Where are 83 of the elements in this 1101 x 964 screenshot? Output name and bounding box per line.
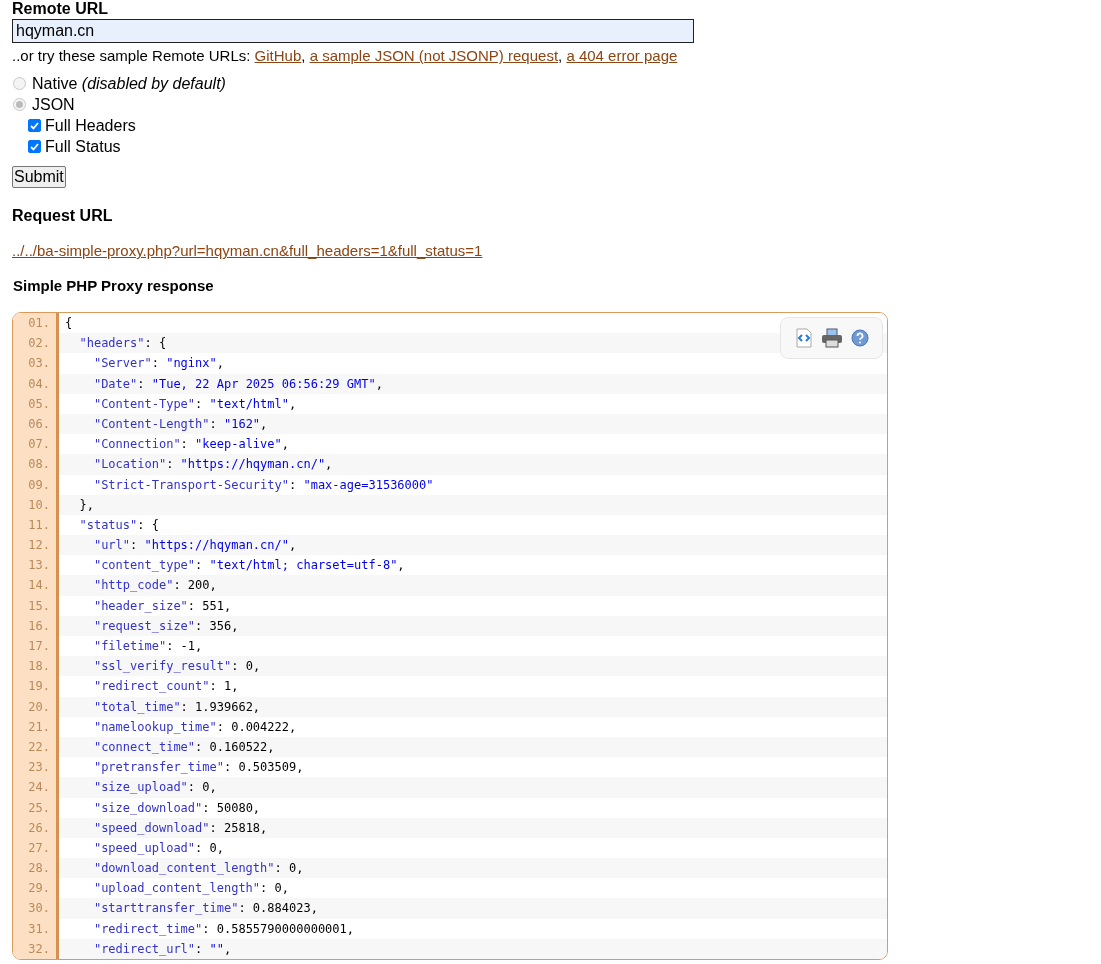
section-heading: Remote URL	[12, 0, 109, 18]
line-number: 22.	[13, 736, 59, 758]
code-line: "upload_content_length": 0,	[92, 880, 289, 898]
line-number: 27.	[13, 837, 59, 859]
code-line: "http_code": 200,	[92, 577, 217, 595]
line-number: 06.	[13, 413, 59, 435]
line-number: 16.	[13, 615, 59, 636]
line-number: 30.	[13, 898, 59, 919]
line-number: 26.	[13, 817, 59, 838]
line-number: 10.	[13, 494, 59, 515]
radio-label: JSON	[32, 95, 75, 114]
line-number: 15.	[13, 595, 59, 616]
code-line: "headers": {	[78, 335, 167, 353]
line-number: 18.	[13, 656, 59, 677]
line-number: 32.	[13, 938, 59, 959]
code-line: "starttransfer_time": 0.884023,	[92, 900, 318, 918]
code-line: "Date": "Tue, 22 Apr 2025 06:56:29 GMT",	[92, 375, 383, 393]
line-number: 08.	[13, 454, 59, 475]
section-heading: Simple PHP Proxy response	[13, 277, 215, 295]
section-heading: Request URL	[12, 207, 114, 225]
request-url-link[interactable]: ../../ba-simple-proxy.php?url=hqyman.cn&full_headers=1&full_status=1	[12, 242, 483, 259]
code-line: "header_size": 551,	[92, 597, 232, 615]
code-line: "Strict-Transport-Security": "max-age=31536000"	[92, 476, 434, 494]
code-line: "content_type": "text/html; charset=utf-8",	[92, 557, 405, 575]
line-number: 24.	[13, 777, 59, 798]
checkbox[interactable]	[28, 140, 41, 153]
checkbox-label: Full Headers	[45, 116, 136, 135]
checkbox-label: Full Status	[45, 137, 121, 156]
line-number: 31.	[13, 918, 59, 939]
line-number: 04.	[13, 373, 59, 394]
checkbox[interactable]	[28, 119, 41, 132]
line-number: 11.	[13, 514, 59, 536]
print-icon[interactable]	[820, 328, 843, 348]
line-number: 20.	[13, 696, 59, 717]
line-number: 05.	[13, 393, 59, 414]
line-number: 19.	[13, 676, 59, 697]
code-line: },	[78, 496, 94, 514]
code-line: "status": {	[78, 516, 159, 534]
view-source-icon[interactable]	[794, 328, 813, 348]
code-line: "redirect_url": "",	[92, 940, 232, 958]
line-number: 28.	[13, 858, 59, 879]
code-line: "pretransfer_time": 0.503509,	[92, 759, 304, 777]
code-line: "Content-Length": "162",	[92, 415, 268, 433]
code-line: "request_size": 356,	[92, 617, 239, 635]
sample-link[interactable]: a 404 error page	[566, 47, 678, 64]
code-line: "size_download": 50080,	[92, 799, 261, 817]
separator-text: ,	[558, 47, 564, 64]
line-number: 02.	[13, 333, 59, 354]
line-number: 07.	[13, 434, 59, 455]
code-line: "total_time": 1.939662,	[92, 698, 261, 716]
code-line: {	[64, 315, 73, 332]
radio-label: Native (disabled by default)	[32, 74, 226, 93]
code-line: "download_content_length": 0,	[92, 860, 304, 878]
code-line: "connect_time": 0.160522,	[92, 738, 275, 756]
code-line: "Server": "nginx",	[92, 355, 224, 373]
url-input[interactable]: hqyman.cn	[12, 19, 694, 43]
samples-text: ..or try these sample Remote URLs: GitHub, a sample JSON (not JSONP) request, a 404 error page	[12, 47, 679, 65]
line-number: 09.	[13, 474, 59, 495]
code-line: "speed_upload": 0,	[92, 839, 224, 857]
line-number: 13.	[13, 555, 59, 576]
submit-button[interactable]: Submit	[12, 166, 66, 188]
code-line: "filetime": -1,	[92, 638, 203, 655]
line-number: 17.	[13, 636, 59, 657]
line-number: 14.	[13, 575, 59, 596]
code-line: "namelookup_time": 0.004222,	[92, 718, 297, 736]
line-number: 03.	[13, 353, 59, 374]
line-number: 12.	[13, 535, 59, 556]
line-number: 21.	[13, 716, 59, 737]
separator-text: ,	[301, 47, 307, 64]
code-line: "Location": "https://hqyman.cn/",	[92, 456, 333, 474]
code-line: "url": "https://hqyman.cn/",	[92, 537, 297, 555]
line-number: 29.	[13, 878, 59, 899]
code-line: "redirect_time": 0.5855790000000001,	[92, 920, 354, 938]
code-line: "Connection": "keep-alive",	[92, 436, 289, 454]
code-line: "size_upload": 0,	[92, 779, 217, 797]
help-icon[interactable]	[850, 329, 869, 347]
code-line: "ssl_verify_result": 0,	[92, 658, 261, 676]
code-line: "redirect_count": 1,	[92, 678, 239, 696]
code-line: "speed_download": 25818,	[92, 819, 268, 837]
line-number: 23.	[13, 757, 59, 778]
line-number: 01.	[13, 313, 59, 334]
code-line: "Content-Type": "text/html",	[92, 395, 297, 413]
line-number: 25.	[13, 797, 59, 818]
